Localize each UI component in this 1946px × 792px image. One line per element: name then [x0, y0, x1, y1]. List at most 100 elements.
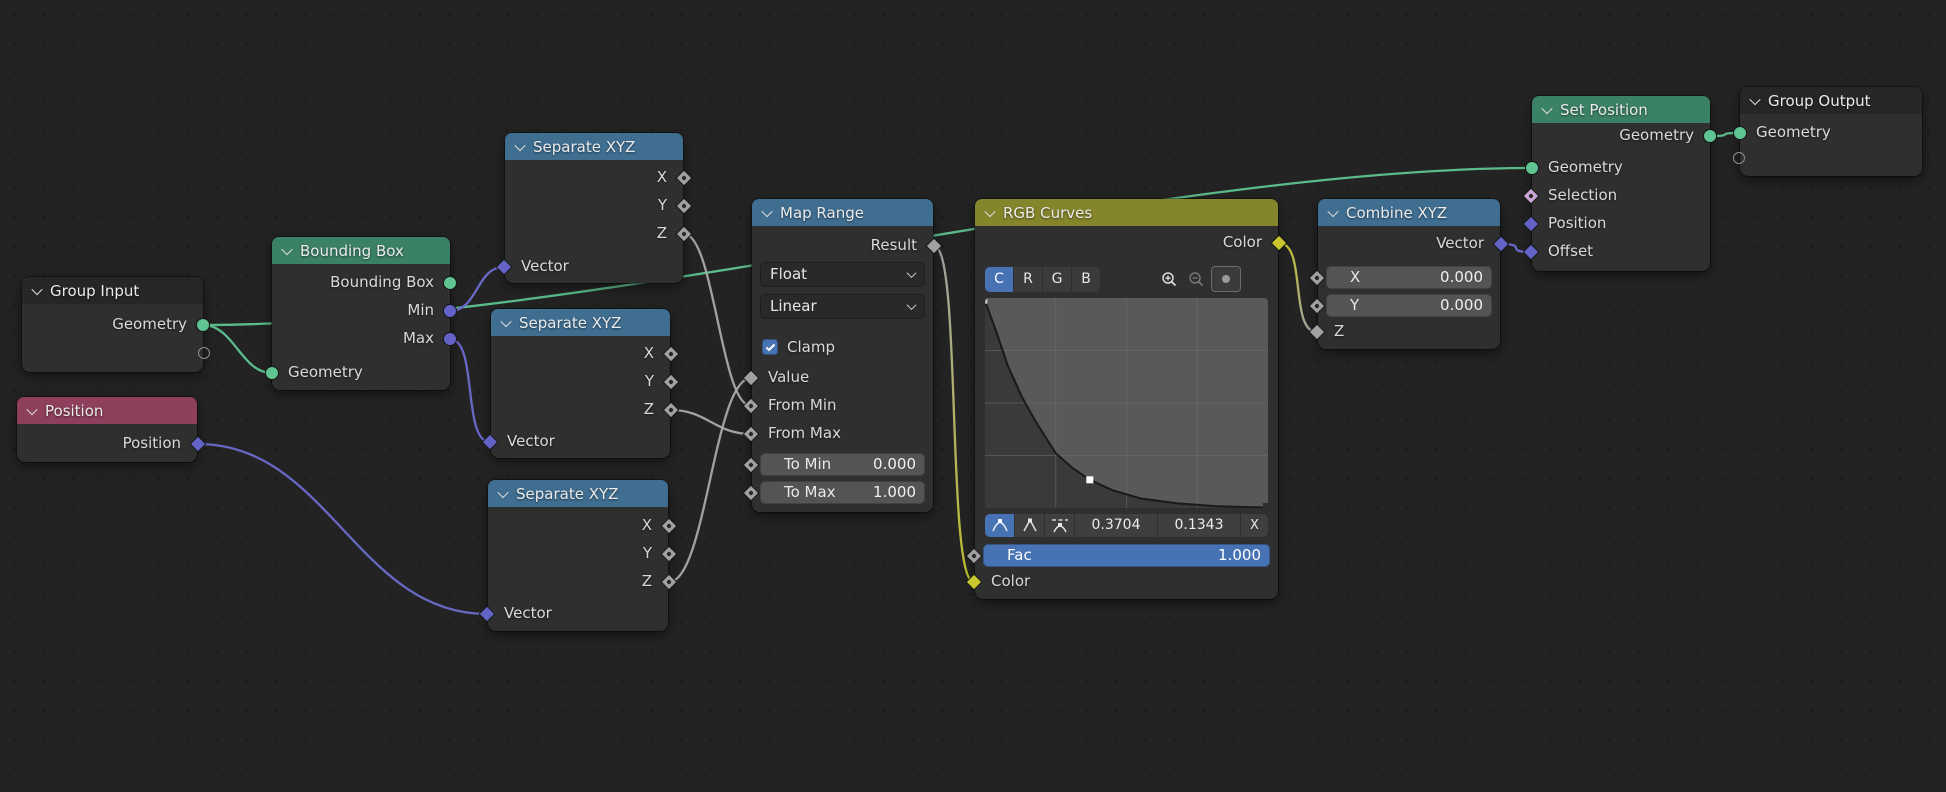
socket-selection-input[interactable]	[1523, 188, 1540, 205]
channel-c-button[interactable]: C	[985, 267, 1013, 292]
socket-geometry-input[interactable]	[265, 366, 279, 380]
socket-z-output[interactable]	[663, 402, 680, 419]
node-position[interactable]: Position Position	[17, 397, 197, 462]
collapse-chevron-icon[interactable]	[514, 139, 525, 150]
collapse-chevron-icon[interactable]	[1327, 205, 1338, 216]
input-row: From Max	[752, 419, 933, 447]
socket-x-output[interactable]	[661, 518, 678, 535]
socket-to-max-input[interactable]	[743, 485, 760, 502]
handle-auto-clamped-button[interactable]	[1045, 514, 1074, 537]
socket-y-input[interactable]	[1309, 298, 1326, 315]
socket-y-output[interactable]	[661, 546, 678, 563]
node-header[interactable]: Separate XYZ	[488, 480, 668, 507]
collapse-chevron-icon[interactable]	[1541, 102, 1552, 113]
socket-vector-input[interactable]	[482, 434, 499, 451]
data-type-dropdown[interactable]: Float	[760, 262, 925, 287]
socket-y-output[interactable]	[663, 374, 680, 391]
virtual-socket[interactable]	[1733, 152, 1745, 164]
socket-x-output[interactable]	[663, 346, 680, 363]
collapse-chevron-icon[interactable]	[984, 205, 995, 216]
socket-offset-input[interactable]	[1523, 244, 1540, 261]
socket-fac-input[interactable]	[966, 548, 983, 565]
collapse-chevron-icon[interactable]	[500, 315, 511, 326]
node-combine-xyz[interactable]: Combine XYZ Vector X 0.000 Y 0.000	[1318, 199, 1500, 349]
node-separate-xyz-1[interactable]: Separate XYZ X Y Z Vector	[505, 133, 683, 283]
node-header[interactable]: Group Input	[22, 277, 203, 304]
node-header[interactable]: Separate XYZ	[505, 133, 683, 160]
handle-vector-button[interactable]	[1015, 514, 1044, 537]
node-bounding-box[interactable]: Bounding Box Bounding Box Min Max Geomet…	[272, 237, 450, 390]
node-separate-xyz-3[interactable]: Separate XYZ X Y Z Vector	[488, 480, 668, 631]
zoom-out-icon[interactable]	[1184, 267, 1209, 291]
socket-x-output[interactable]	[676, 170, 693, 187]
node-header[interactable]: Map Range	[752, 199, 933, 226]
collapse-chevron-icon[interactable]	[497, 486, 508, 497]
virtual-socket[interactable]	[198, 347, 210, 359]
socket-z-output[interactable]	[661, 574, 678, 591]
socket-y-output[interactable]	[676, 198, 693, 215]
socket-z-input[interactable]	[1309, 324, 1326, 341]
curve-tools-menu-button[interactable]	[1243, 267, 1268, 291]
node-group-output[interactable]: Group Output Geometry	[1740, 87, 1922, 176]
node-editor-canvas[interactable]: Group Input Geometry Position Position	[0, 0, 1946, 792]
channel-r-button[interactable]: R	[1014, 267, 1042, 292]
socket-vector-input[interactable]	[479, 606, 496, 623]
socket-position-input[interactable]	[1523, 216, 1540, 233]
collapse-chevron-icon[interactable]	[1749, 93, 1760, 104]
output-row: X	[505, 163, 683, 191]
node-separate-xyz-2[interactable]: Separate XYZ X Y Z Vector	[491, 309, 670, 458]
socket-x-input[interactable]	[1309, 270, 1326, 287]
clamp-checkbox[interactable]	[762, 339, 778, 355]
interpolation-dropdown[interactable]: Linear	[760, 294, 925, 319]
socket-color-output[interactable]	[1271, 235, 1288, 252]
node-set-position[interactable]: Set Position Geometry Geometry Selection…	[1532, 96, 1710, 271]
node-header[interactable]: Bounding Box	[272, 237, 450, 264]
socket-bounding-box-output[interactable]	[443, 276, 457, 290]
channel-b-button[interactable]: B	[1072, 267, 1100, 292]
output-row: Geometry	[22, 310, 203, 338]
socket-geometry-input[interactable]	[1525, 161, 1539, 175]
node-rgb-curves[interactable]: RGB Curves Color C R G B	[975, 199, 1278, 599]
node-title: Separate XYZ	[516, 485, 618, 503]
x-field[interactable]: X 0.000	[1326, 266, 1492, 289]
socket-from-max-input[interactable]	[743, 426, 760, 443]
socket-max-output[interactable]	[443, 332, 457, 346]
curve-editor-widget[interactable]	[985, 298, 1268, 508]
socket-geometry-output[interactable]	[1703, 129, 1717, 143]
node-header[interactable]: Combine XYZ	[1318, 199, 1500, 226]
clipping-options-button[interactable]	[1211, 266, 1241, 292]
collapse-chevron-icon[interactable]	[31, 283, 42, 294]
socket-position-output[interactable]	[190, 436, 207, 453]
to-min-field[interactable]: To Min 0.000	[760, 453, 925, 476]
collapse-chevron-icon[interactable]	[281, 243, 292, 254]
node-header[interactable]: Group Output	[1740, 87, 1922, 114]
socket-value-input[interactable]	[743, 370, 760, 387]
collapse-chevron-icon[interactable]	[761, 205, 772, 216]
handle-auto-button[interactable]	[985, 514, 1014, 537]
socket-result-output[interactable]	[926, 238, 943, 255]
socket-to-min-input[interactable]	[743, 457, 760, 474]
socket-vector-output[interactable]	[1493, 236, 1510, 253]
socket-from-min-input[interactable]	[743, 398, 760, 415]
point-x-field[interactable]: 0.3704	[1075, 514, 1157, 537]
socket-vector-input[interactable]	[496, 259, 513, 276]
socket-min-output[interactable]	[443, 304, 457, 318]
y-field[interactable]: Y 0.000	[1326, 294, 1492, 317]
collapse-chevron-icon[interactable]	[26, 403, 37, 414]
node-header[interactable]: RGB Curves	[975, 199, 1278, 226]
node-header[interactable]: Set Position	[1532, 96, 1710, 123]
socket-color-input[interactable]	[966, 574, 983, 591]
delete-point-button[interactable]: X	[1241, 514, 1268, 537]
channel-g-button[interactable]: G	[1043, 267, 1071, 292]
point-y-field[interactable]: 0.1343	[1158, 514, 1240, 537]
node-header[interactable]: Position	[17, 397, 197, 424]
socket-geometry-output[interactable]	[196, 318, 210, 332]
zoom-in-icon[interactable]	[1157, 267, 1182, 291]
fac-slider[interactable]: Fac 1.000	[983, 544, 1270, 567]
to-max-field[interactable]: To Max 1.000	[760, 481, 925, 504]
socket-z-output[interactable]	[676, 226, 693, 243]
node-header[interactable]: Separate XYZ	[491, 309, 670, 336]
node-map-range[interactable]: Map Range Result Float Linear	[752, 199, 933, 512]
node-group-input[interactable]: Group Input Geometry	[22, 277, 203, 372]
socket-geometry-input[interactable]	[1733, 126, 1747, 140]
